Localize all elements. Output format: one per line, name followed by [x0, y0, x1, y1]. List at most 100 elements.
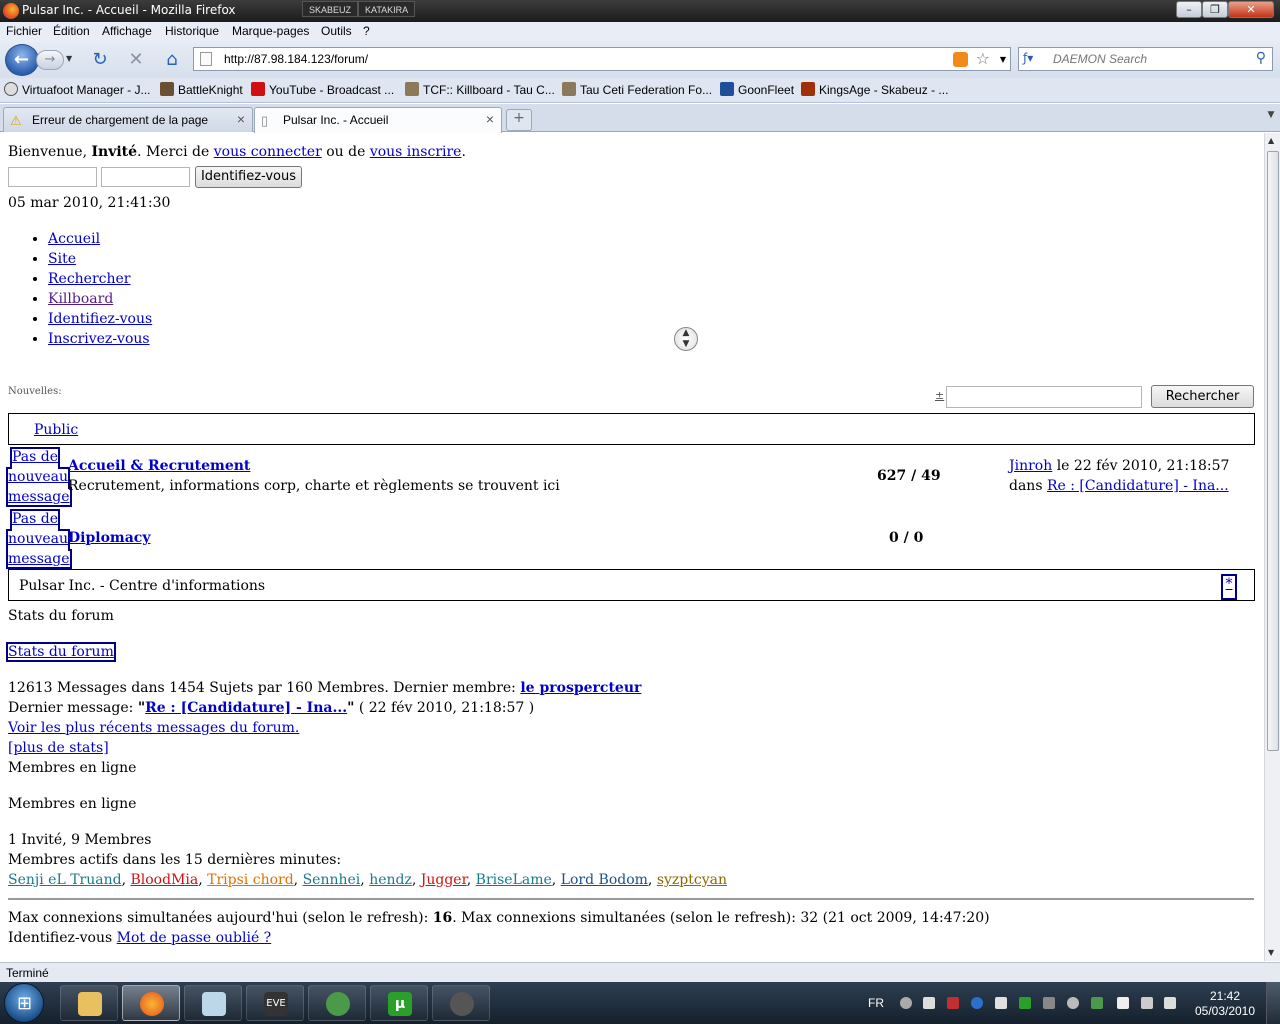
back-button[interactable]: ← [5, 44, 39, 76]
nav-link-rechercher[interactable]: Rechercher [48, 271, 131, 287]
no-new-message-link[interactable]: Pas de nouveau message [6, 447, 72, 507]
bookmark-star-icon[interactable]: ☆ [976, 49, 990, 68]
member-link[interactable]: BloodMia [130, 872, 198, 888]
tray-messenger-icon[interactable] [1091, 997, 1103, 1009]
tray-power-icon[interactable] [995, 997, 1007, 1009]
nav-link-site[interactable]: Site [48, 251, 76, 267]
member-link[interactable]: syzptcyan [657, 872, 727, 888]
newest-member-link[interactable]: le prospercteur [520, 680, 641, 696]
scroll-down-arrow[interactable]: ▼ [1268, 948, 1274, 957]
username-input[interactable] [8, 167, 97, 187]
rss-feed-icon[interactable] [953, 52, 968, 67]
search-magnifier-icon[interactable]: ⚲ [1256, 50, 1266, 66]
system-clock[interactable]: 21:42 05/03/2010 [1190, 989, 1260, 1019]
show-desktop-button[interactable] [1266, 982, 1280, 1024]
category-public-link[interactable]: Public [34, 422, 78, 438]
language-indicator[interactable]: FR [868, 996, 884, 1010]
menu-historique[interactable]: Historique [165, 24, 219, 38]
forum-title-diplomacy[interactable]: Diplomacy [68, 530, 150, 546]
address-bar[interactable]: http://87.98.184.123/forum/ ☆ ▼ [193, 47, 1011, 71]
taskbar-explorer[interactable] [60, 985, 118, 1021]
forum-search-input[interactable] [946, 386, 1142, 408]
menu-marque-pages[interactable]: Marque-pages [232, 24, 309, 38]
bookmark-virtuafoot[interactable]: Virtuafoot Manager - J... [4, 82, 151, 98]
url-dropdown-icon[interactable]: ▼ [1000, 55, 1006, 64]
nav-link-identifiez[interactable]: Identifiez-vous [48, 311, 152, 327]
close-window-button[interactable]: ✕ [1228, 1, 1274, 18]
search-toggle-icon[interactable]: ± [935, 389, 944, 402]
history-dropdown-icon[interactable]: ▼ [66, 54, 72, 63]
forgot-password-link[interactable]: Mot de passe oublié ? [117, 930, 272, 946]
taskbar-eve[interactable]: EVE [246, 985, 304, 1021]
scrollbar-thumb[interactable] [1267, 151, 1279, 751]
tray-monitor-icon[interactable] [1043, 997, 1055, 1009]
member-link[interactable]: BriseLame [476, 872, 552, 888]
tab-close-icon[interactable]: × [486, 111, 494, 127]
login-button[interactable]: Identifiez-vous [195, 166, 302, 188]
search-engine-icon[interactable]: ƒ▾ [1023, 51, 1049, 67]
bookmark-tau-ceti[interactable]: Tau Ceti Federation Fo... [562, 82, 712, 98]
forum-title-accueil[interactable]: Accueil & Recrutement [68, 458, 250, 474]
stop-icon[interactable]: ✕ [125, 49, 147, 71]
menu-help[interactable]: ? [363, 24, 370, 38]
tray-settings-icon[interactable] [1067, 997, 1079, 1009]
maximize-button[interactable]: ❐ [1202, 1, 1228, 18]
taskbar-notes[interactable] [184, 985, 242, 1021]
nav-link-killboard[interactable]: Killboard [48, 291, 113, 307]
forum-search-button[interactable]: Rechercher [1151, 385, 1254, 408]
last-message-link[interactable]: Re : [Candidature] - Ina... [145, 700, 347, 716]
info-center-toggle[interactable]: * [1221, 574, 1237, 600]
menu-edition[interactable]: Édition [53, 24, 90, 38]
tray-flag-icon[interactable] [1117, 997, 1129, 1009]
tray-red-icon[interactable] [947, 997, 959, 1009]
bookmark-battleknight[interactable]: BattleKnight [160, 82, 243, 98]
taskbar-utorrent[interactable]: µ [370, 985, 428, 1021]
tab-close-icon[interactable]: × [237, 111, 245, 127]
forward-button[interactable]: → [36, 50, 64, 70]
member-link[interactable]: Lord Bodom [561, 872, 648, 888]
new-tab-button[interactable]: + [506, 109, 532, 131]
register-link[interactable]: vous inscrire [370, 144, 462, 160]
start-button[interactable]: ⊞ [4, 983, 44, 1023]
login-link[interactable]: vous connecter [214, 144, 322, 160]
tray-drive-icon[interactable] [900, 997, 912, 1009]
nav-link-inscrivez[interactable]: Inscrivez-vous [48, 331, 150, 347]
password-input[interactable] [101, 167, 190, 187]
bookmark-youtube[interactable]: YouTube - Broadcast ... [251, 82, 394, 98]
menu-outils[interactable]: Outils [321, 24, 352, 38]
scroll-up-arrow[interactable]: ▲ [1268, 136, 1274, 145]
nav-link-accueil[interactable]: Accueil [48, 231, 100, 247]
tray-network-icon[interactable] [1141, 997, 1153, 1009]
no-new-message-link[interactable]: Pas de nouveau message [6, 509, 72, 569]
member-link[interactable]: Jugger [421, 872, 467, 888]
vertical-scrollbar[interactable]: ▲ ▼ [1264, 133, 1280, 961]
tray-utorrent-icon[interactable] [1019, 997, 1031, 1009]
minimize-button[interactable]: – [1176, 1, 1202, 18]
member-link[interactable]: Sennhei [303, 872, 361, 888]
tray-volume-icon[interactable] [1164, 997, 1176, 1009]
member-link[interactable]: hendz [369, 872, 412, 888]
tab-pulsar-accueil[interactable]: ▯ Pulsar Inc. - Accueil × [254, 107, 502, 133]
tray-daemon-icon[interactable] [971, 997, 983, 1009]
bookmark-tcf-killboard[interactable]: TCF:: Killboard - Tau C... [405, 82, 555, 98]
more-stats-link[interactable]: [plus de stats] [8, 740, 109, 756]
member-link[interactable]: Tripsi chord [207, 872, 294, 888]
bookmark-kingsage[interactable]: KingsAge - Skabeuz - ... [801, 82, 948, 98]
home-icon[interactable]: ⌂ [161, 49, 183, 71]
stats-link[interactable]: Stats du forum [6, 642, 116, 662]
search-bar[interactable]: ƒ▾ ⚲ [1018, 47, 1273, 71]
taskbar-messenger[interactable] [308, 985, 366, 1021]
tray-list-icon[interactable] [923, 997, 935, 1009]
last-post-topic-link[interactable]: Re : [Candidature] - Ina... [1047, 478, 1229, 494]
tab-error[interactable]: ⚠ Erreur de chargement de la page × [3, 107, 253, 132]
recent-messages-link[interactable]: Voir les plus récents messages du forum. [8, 720, 299, 736]
url-text[interactable]: http://87.98.184.123/forum/ [224, 52, 368, 66]
menu-fichier[interactable]: Fichier [6, 24, 42, 38]
taskbar-app[interactable] [432, 985, 490, 1021]
taskbar-firefox[interactable] [122, 985, 180, 1021]
tab-list-icon[interactable]: ▼ [1264, 110, 1278, 130]
member-link[interactable]: Senji eL Truand [8, 872, 122, 888]
search-input[interactable] [1053, 51, 1243, 67]
reload-icon[interactable]: ↻ [89, 49, 111, 71]
bookmark-goonfleet[interactable]: GoonFleet [720, 82, 794, 98]
